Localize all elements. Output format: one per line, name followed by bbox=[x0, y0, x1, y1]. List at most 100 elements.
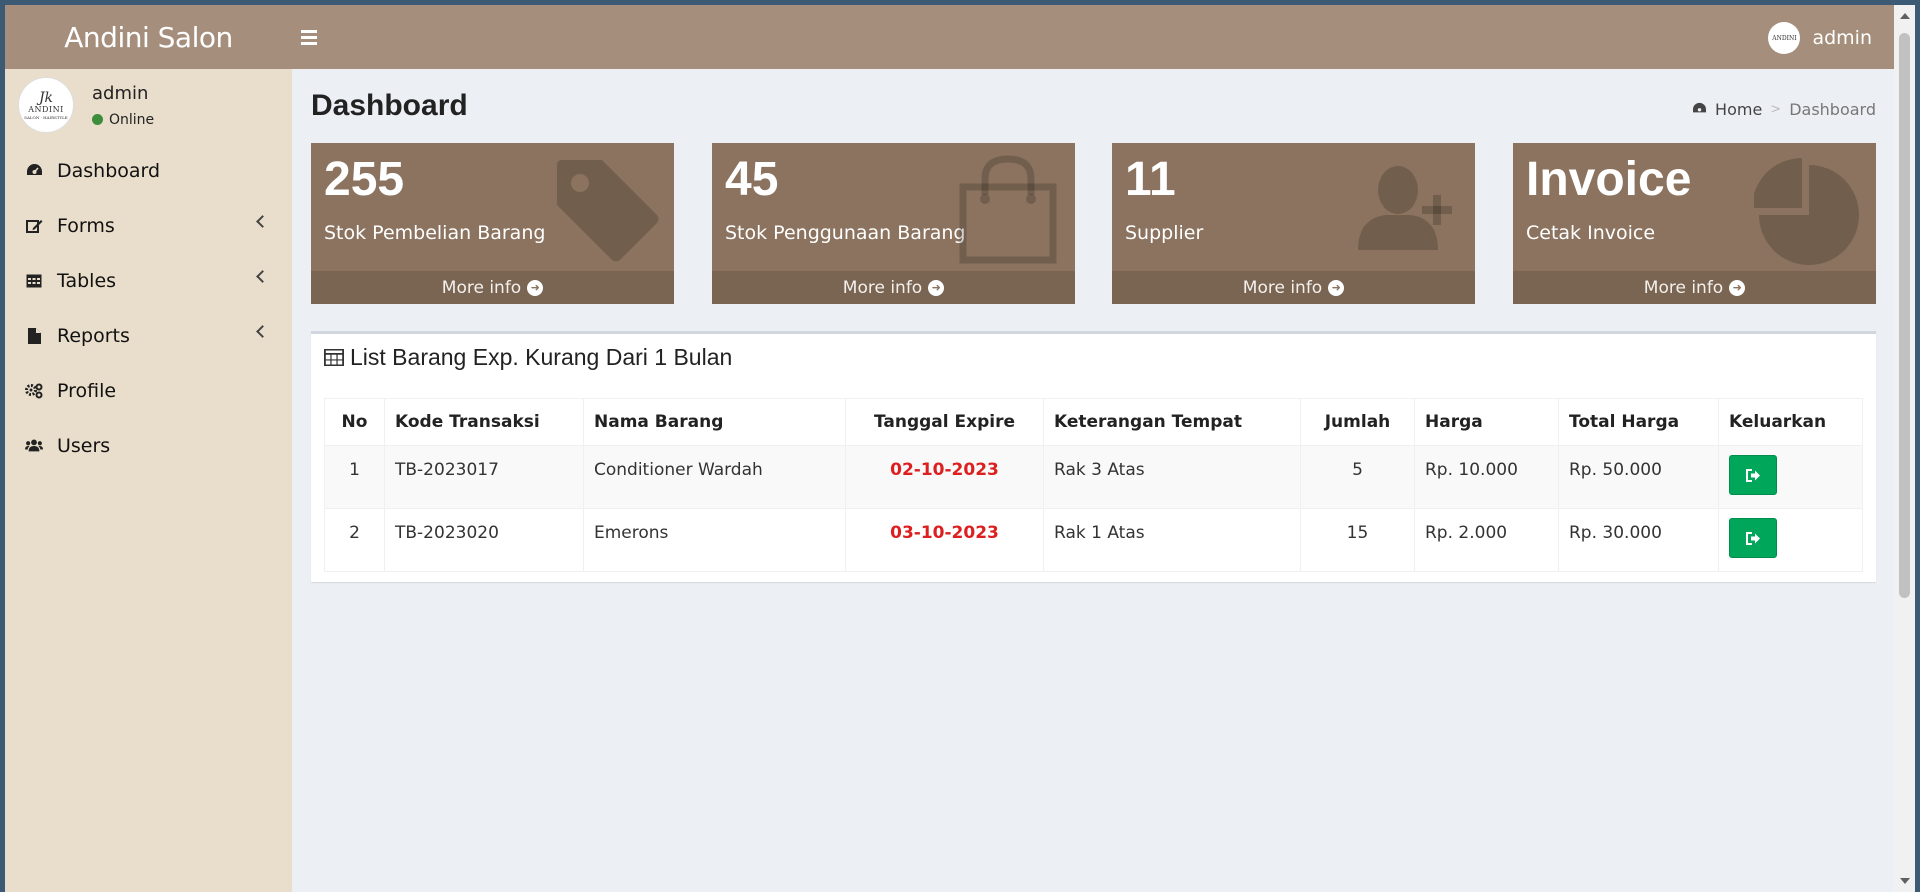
breadcrumb-current: Dashboard bbox=[1789, 100, 1876, 119]
col-header: Jumlah bbox=[1300, 398, 1415, 446]
col-header: Keluarkan bbox=[1718, 398, 1863, 446]
pie-chart-icon bbox=[1754, 158, 1859, 265]
stat-label: Stok Penggunaan Barang bbox=[725, 222, 966, 244]
chevron-left-icon bbox=[256, 325, 269, 338]
more-info-link[interactable]: More info ➜ bbox=[1513, 271, 1876, 304]
col-header: Nama Barang bbox=[583, 398, 846, 446]
breadcrumb: Home > Dashboard bbox=[1692, 100, 1876, 119]
breadcrumb-separator: > bbox=[1770, 102, 1782, 117]
cell-no: 1 bbox=[324, 445, 385, 509]
header-avatar: ANDINI bbox=[1768, 22, 1801, 54]
stat-box-invoice: Invoice Cetak Invoice More info ➜ bbox=[1513, 143, 1876, 304]
edit-icon bbox=[25, 217, 43, 235]
user-panel: Jk ANDINI SALON · HAIRSTYLE admin Online bbox=[5, 69, 292, 141]
user-plus-icon bbox=[1358, 166, 1452, 250]
cell-expire: 02-10-2023 bbox=[845, 445, 1044, 509]
col-header: Keterangan Tempat bbox=[1043, 398, 1301, 446]
sidebar-item-tables[interactable]: Tables bbox=[5, 253, 292, 308]
breadcrumb-home-link[interactable]: Home bbox=[1715, 100, 1762, 119]
cell-expire: 03-10-2023 bbox=[845, 508, 1044, 572]
app-logo[interactable]: Andini Salon bbox=[5, 5, 292, 69]
more-info-link[interactable]: More info ➜ bbox=[1112, 271, 1475, 304]
expiring-items-table: No Kode Transaksi Nama Barang Tanggal Ex… bbox=[324, 398, 1863, 572]
cell-harga: Rp. 10.000 bbox=[1414, 445, 1559, 509]
cell-total: Rp. 30.000 bbox=[1558, 508, 1719, 572]
cell-jumlah: 5 bbox=[1300, 445, 1415, 509]
more-info-link[interactable]: More info ➜ bbox=[311, 271, 674, 304]
col-header: Harga bbox=[1414, 398, 1559, 446]
table-icon bbox=[25, 272, 43, 290]
col-header: Tanggal Expire bbox=[845, 398, 1044, 446]
header-user-name: admin bbox=[1812, 27, 1872, 49]
avatar: Jk ANDINI SALON · HAIRSTYLE bbox=[18, 77, 74, 133]
cell-tempat: Rak 1 Atas bbox=[1043, 508, 1301, 572]
stat-value: 255 bbox=[324, 153, 405, 206]
stat-box-pembelian: 255 Stok Pembelian Barang More info ➜ bbox=[311, 143, 674, 304]
cell-harga: Rp. 2.000 bbox=[1414, 508, 1559, 572]
sidebar-item-reports[interactable]: Reports bbox=[5, 308, 292, 363]
browser-window: Andini Salon ANDINI admin Jk ANDINI SALO… bbox=[5, 5, 1915, 892]
cell-tempat: Rak 3 Atas bbox=[1043, 445, 1301, 509]
dashboard-icon bbox=[25, 162, 43, 180]
vertical-scrollbar[interactable] bbox=[1894, 5, 1915, 892]
shopping-bag-icon bbox=[959, 155, 1057, 264]
arrow-circle-right-icon: ➜ bbox=[928, 279, 945, 296]
stat-value: Invoice bbox=[1526, 153, 1692, 206]
expiring-items-panel: List Barang Exp. Kurang Dari 1 Bulan No … bbox=[311, 331, 1876, 582]
main-content: Dashboard Home > Dashboard 255 Stok Pemb… bbox=[292, 69, 1894, 892]
sign-out-icon bbox=[1745, 531, 1760, 545]
scrollbar-thumb[interactable] bbox=[1899, 33, 1910, 598]
tag-icon bbox=[557, 160, 659, 262]
stat-label: Cetak Invoice bbox=[1526, 222, 1656, 244]
table-header-row: No Kode Transaksi Nama Barang Tanggal Ex… bbox=[324, 398, 1863, 446]
col-header: Kode Transaksi bbox=[384, 398, 584, 446]
more-info-link[interactable]: More info ➜ bbox=[712, 271, 1075, 304]
scroll-up-icon[interactable] bbox=[1900, 13, 1910, 19]
online-dot-icon bbox=[92, 114, 103, 125]
stat-value: 11 bbox=[1125, 153, 1176, 206]
stat-boxes: 255 Stok Pembelian Barang More info ➜ 45… bbox=[311, 143, 1876, 304]
cell-total: Rp. 50.000 bbox=[1558, 445, 1719, 509]
panel-title: List Barang Exp. Kurang Dari 1 Bulan bbox=[324, 344, 732, 371]
table-row: 2 TB-2023020 Emerons 03-10-2023 Rak 1 At… bbox=[324, 508, 1863, 572]
file-icon bbox=[25, 327, 43, 345]
sidebar-menu: Dashboard Forms Tables Reports Profile U… bbox=[5, 143, 292, 473]
sidebar-user-name: admin bbox=[92, 82, 149, 104]
header-user-menu[interactable]: ANDINI admin bbox=[1768, 22, 1872, 54]
users-icon bbox=[25, 437, 43, 455]
sign-out-icon bbox=[1745, 468, 1760, 482]
gears-icon bbox=[25, 382, 43, 400]
cell-action bbox=[1718, 508, 1863, 572]
stat-value: 45 bbox=[725, 153, 779, 206]
table-row: 1 TB-2023017 Conditioner Wardah 02-10-20… bbox=[324, 445, 1863, 509]
cell-nama: Emerons bbox=[583, 508, 846, 572]
cell-no: 2 bbox=[324, 508, 385, 572]
sidebar-item-dashboard[interactable]: Dashboard bbox=[5, 143, 292, 198]
main-header: Andini Salon ANDINI admin bbox=[5, 5, 1894, 69]
chevron-left-icon bbox=[256, 215, 269, 228]
sidebar: Jk ANDINI SALON · HAIRSTYLE admin Online… bbox=[5, 69, 292, 892]
keluarkan-button[interactable] bbox=[1729, 455, 1777, 495]
arrow-circle-right-icon: ➜ bbox=[1328, 279, 1345, 296]
arrow-circle-right-icon: ➜ bbox=[1729, 279, 1746, 296]
dashboard-icon bbox=[1692, 100, 1707, 119]
stat-label: Stok Pembelian Barang bbox=[324, 222, 546, 244]
sidebar-toggle-icon[interactable] bbox=[300, 22, 330, 52]
sidebar-item-profile[interactable]: Profile bbox=[5, 363, 292, 418]
chevron-left-icon bbox=[256, 270, 269, 283]
page-title: Dashboard bbox=[311, 89, 468, 122]
col-header: Total Harga bbox=[1558, 398, 1719, 446]
cell-jumlah: 15 bbox=[1300, 508, 1415, 572]
cell-nama: Conditioner Wardah bbox=[583, 445, 846, 509]
user-status: Online bbox=[92, 112, 154, 128]
col-header: No bbox=[324, 398, 385, 446]
keluarkan-button[interactable] bbox=[1729, 518, 1777, 558]
scroll-down-icon[interactable] bbox=[1900, 878, 1910, 884]
sidebar-item-forms[interactable]: Forms bbox=[5, 198, 292, 253]
table-icon bbox=[324, 349, 344, 366]
sidebar-item-users[interactable]: Users bbox=[5, 418, 292, 473]
cell-kode: TB-2023017 bbox=[384, 445, 584, 509]
arrow-circle-right-icon: ➜ bbox=[527, 279, 544, 296]
cell-kode: TB-2023020 bbox=[384, 508, 584, 572]
stat-label: Supplier bbox=[1125, 222, 1204, 244]
